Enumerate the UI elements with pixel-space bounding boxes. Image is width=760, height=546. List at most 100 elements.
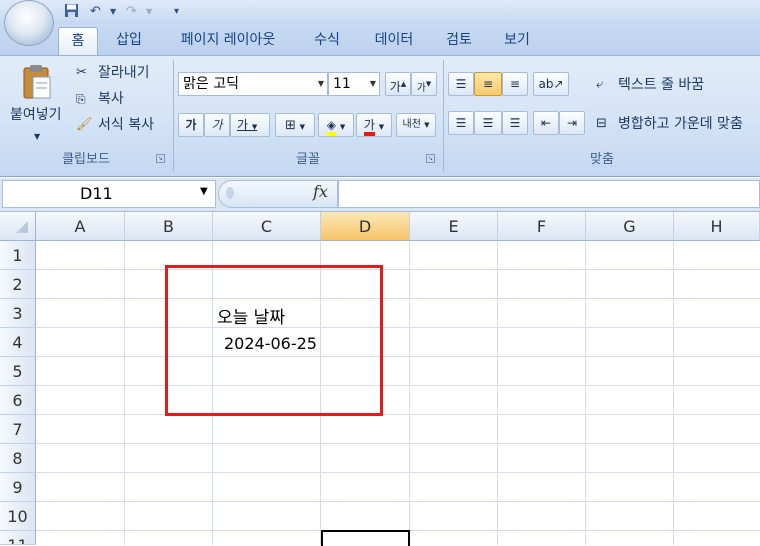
tab-view[interactable]: 보기 [494, 27, 540, 55]
phonetic-button[interactable]: 내천 ▼ [396, 113, 436, 137]
cut-label: 잘라내기 [98, 65, 150, 81]
format-painter-button[interactable]: 🖌 서식 복사 [76, 115, 170, 135]
row-header-7[interactable]: 7 [0, 415, 36, 444]
row-header-9[interactable]: 9 [0, 473, 36, 502]
paste-button[interactable]: 붙여넣기 ▼ [8, 62, 66, 148]
column-header-B[interactable]: B [125, 212, 213, 241]
borders-dropdown-icon: ▼ [299, 123, 306, 131]
underline-button[interactable]: 가 ▼ [230, 113, 270, 137]
customize-toolbar-icon[interactable]: ▾ [174, 3, 184, 21]
align-right-button[interactable]: ☰ [502, 111, 528, 135]
row-header-4[interactable]: 4 [0, 328, 36, 357]
shrink-font-button[interactable]: 가▼ [411, 72, 437, 96]
font-color-dropdown-icon: ▼ [378, 123, 385, 131]
font-group-label: 글꼴 [296, 152, 320, 167]
phonetic-dropdown-icon: ▼ [424, 121, 430, 129]
tab-data[interactable]: 데이터 [362, 27, 426, 55]
insert-function-icon[interactable]: fx [313, 182, 328, 201]
redo-icon[interactable]: ↷ [126, 3, 142, 21]
copy-icon: ⎘ [76, 92, 86, 106]
align-left-button[interactable]: ☰ [448, 111, 474, 135]
font-color-label: 가 [363, 118, 375, 136]
gridline [36, 414, 760, 415]
undo-dropdown-icon[interactable]: ▼ [110, 3, 120, 21]
column-header-F[interactable]: F [498, 212, 586, 241]
gridline [36, 443, 760, 444]
underline-dropdown-icon: ▼ [251, 123, 258, 131]
row-header-8[interactable]: 8 [0, 444, 36, 473]
gridline [36, 472, 760, 473]
select-all-triangle-icon [16, 221, 28, 233]
fill-color-dropdown-icon: ▼ [339, 123, 346, 131]
paste-dropdown-icon: ▼ [34, 132, 41, 141]
decrease-indent-icon: ⇤ [540, 116, 552, 130]
row-header-5[interactable]: 5 [0, 357, 36, 386]
align-right-icon: ☰ [509, 116, 521, 130]
font-name-dropdown-icon[interactable]: ▼ [315, 73, 327, 95]
gridline [36, 356, 760, 357]
copy-button[interactable]: ⎘ 복사 [76, 89, 166, 109]
tab-formulas[interactable]: 수식 [304, 27, 350, 55]
column-header-A[interactable]: A [36, 212, 125, 241]
merge-cells-icon: ⊟ [596, 116, 607, 131]
tab-insert[interactable]: 삽입 [106, 27, 152, 55]
column-header-E[interactable]: E [410, 212, 498, 241]
row-header-11[interactable]: 11 [0, 531, 36, 545]
column-header-C[interactable]: C [213, 212, 321, 241]
cut-button[interactable]: ✂ 잘라내기 [76, 63, 166, 83]
merge-center-button[interactable]: ⊟ 병합하고 가운데 맞춤 [596, 114, 760, 136]
floppy-disk-icon [65, 4, 78, 17]
align-bottom-button[interactable]: ≡ [502, 72, 528, 96]
increase-indent-icon: ⇥ [566, 116, 578, 130]
font-color-button[interactable]: 가 ▼ [356, 113, 392, 137]
tab-page-layout[interactable]: 페이지 레이아웃 [166, 27, 290, 55]
font-size-dropdown-icon[interactable]: ▼ [367, 73, 379, 95]
align-bottom-icon: ≡ [509, 77, 521, 91]
scissors-icon: ✂ [76, 65, 87, 80]
row-header-3[interactable]: 3 [0, 299, 36, 328]
italic-button[interactable]: 가 [204, 113, 230, 137]
increase-indent-button[interactable]: ⇥ [559, 111, 585, 135]
row-header-10[interactable]: 10 [0, 502, 36, 531]
row-header-6[interactable]: 6 [0, 386, 36, 415]
clipboard-group-label: 클립보드 [62, 152, 110, 167]
redo-dropdown-icon[interactable]: ▼ [146, 3, 156, 21]
align-center-button[interactable]: ☰ [474, 111, 502, 135]
tab-review[interactable]: 검토 [436, 27, 482, 55]
gridline [409, 241, 410, 545]
wrap-text-button[interactable]: ⤶ 텍스트 줄 바꿈 [596, 75, 760, 97]
row-header-2[interactable]: 2 [0, 270, 36, 299]
column-header-H[interactable]: H [674, 212, 760, 241]
save-icon[interactable] [64, 3, 80, 21]
align-top-button[interactable]: ☰ [448, 72, 474, 96]
decrease-indent-button[interactable]: ⇤ [533, 111, 559, 135]
row-header-1[interactable]: 1 [0, 241, 36, 270]
align-top-icon: ☰ [455, 77, 467, 91]
paintbrush-icon: 🖌 [76, 117, 93, 132]
align-left-icon: ☰ [455, 116, 467, 130]
formula-bar-resize-handle-icon[interactable] [226, 187, 234, 199]
bold-button[interactable]: 가 [178, 113, 204, 137]
align-center-icon: ☰ [482, 116, 494, 130]
gridline [585, 241, 586, 545]
column-header-D[interactable]: D [321, 212, 410, 241]
active-cell-D11[interactable] [321, 530, 410, 546]
borders-icon: ⊞ [284, 118, 296, 133]
align-middle-button[interactable]: ≡ [474, 72, 502, 96]
gridline [124, 241, 125, 545]
grow-font-button[interactable]: 가▲ [385, 72, 411, 96]
fill-color-button[interactable]: ◈ ▼ [318, 113, 354, 137]
name-box-dropdown-icon[interactable]: ▼ [200, 186, 208, 197]
orientation-button[interactable]: ab↗ [533, 72, 569, 96]
tab-home[interactable]: 홈 [58, 27, 98, 55]
borders-button[interactable]: ⊞ ▼ [275, 113, 315, 137]
gridline [673, 241, 674, 545]
column-header-G[interactable]: G [586, 212, 674, 241]
undo-icon[interactable]: ↶ [90, 3, 106, 21]
clipboard-launcher-icon[interactable]: ↘ [156, 154, 165, 163]
font-launcher-icon[interactable]: ↘ [426, 154, 435, 163]
text-orientation-icon: ab↗ [538, 77, 564, 91]
font-name-combo[interactable]: 맑은 고딕 [178, 72, 328, 96]
formula-input[interactable] [338, 180, 760, 208]
office-button[interactable] [4, 0, 54, 46]
